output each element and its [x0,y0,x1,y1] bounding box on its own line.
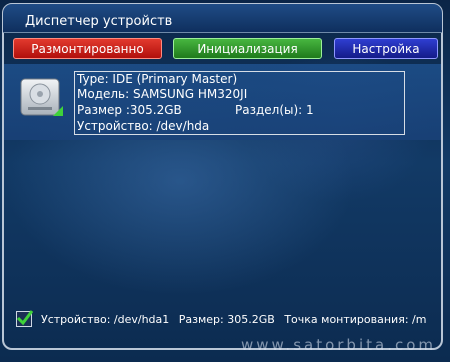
status-bar: Устройство: /dev/hda1 Размер: 305.2GB То… [4,305,441,335]
device-path: Устройство: /dev/hda [77,119,210,133]
window-title: Диспетчер устройств [25,14,173,29]
status-device: Устройство: /dev/hda1 [41,313,170,326]
status-text: Устройство: /dev/hda1 Размер: 305.2GB То… [41,313,432,327]
device-size: Размер :305.2GB [77,103,182,117]
device-partitions: Раздел(ы): 1 [235,103,314,117]
status-size: Размер: 305.2GB [178,313,275,326]
status-mount: Точка монтирования: /m [284,313,427,326]
device-info-box: Type: IDE (Primary Master) Модель: SAMSU… [74,71,405,135]
checkbox[interactable] [16,310,34,327]
device-model: Модель: SAMSUNG HM320JI [77,87,248,101]
checkmark-icon [16,310,34,326]
device-list-item[interactable]: Type: IDE (Primary Master) Модель: SAMSU… [4,64,441,140]
watermark: www.satorbita.com [241,336,436,354]
initialize-button[interactable]: Инициализация [173,38,322,59]
hard-drive-icon [20,77,64,119]
title-bar: Диспетчер устройств [3,4,442,33]
device-type: Type: IDE (Primary Master) [77,72,238,86]
unmount-button[interactable]: Размонтированно [13,38,162,59]
settings-button[interactable]: Настройка [334,38,438,59]
